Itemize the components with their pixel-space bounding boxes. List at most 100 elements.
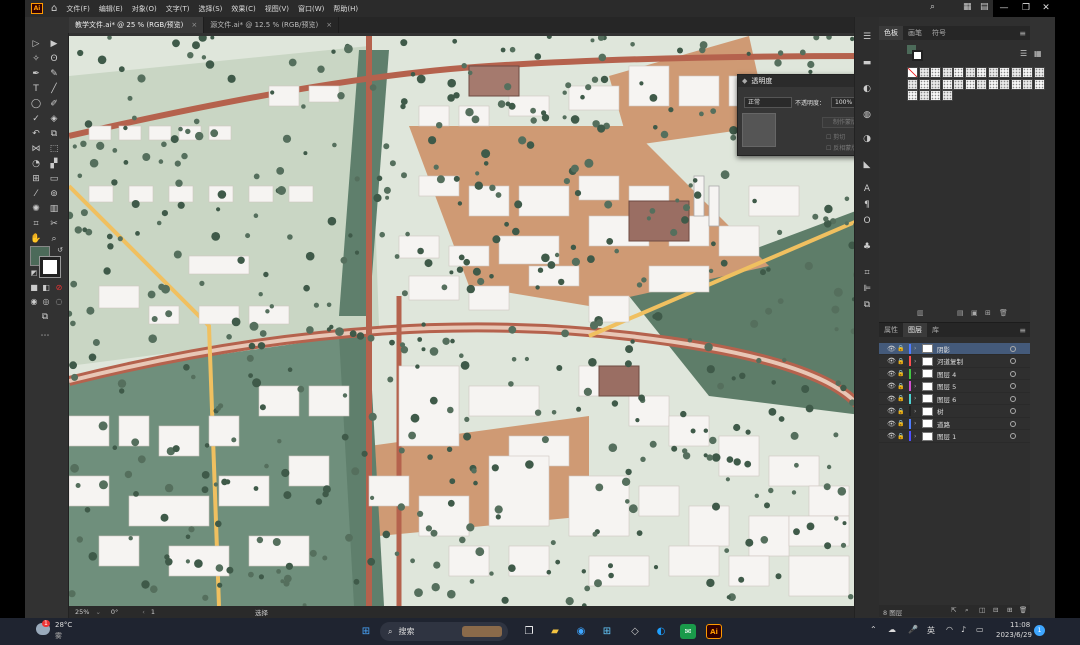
- home-icon[interactable]: ⌂: [51, 3, 57, 14]
- pen-tool-icon[interactable]: ✒: [29, 68, 43, 80]
- weather-temp[interactable]: 28°C: [55, 621, 72, 629]
- appearance-icon[interactable]: ◐: [860, 83, 874, 95]
- menu-window[interactable]: 窗口(W): [298, 4, 324, 14]
- gradient-mode-icon[interactable]: ◧: [39, 282, 53, 294]
- stroke-swatch[interactable]: [912, 50, 923, 61]
- tab-source-file[interactable]: 源文件.ai* @ 12.5 % (RGB/预览) ×: [204, 17, 340, 33]
- expand-arrow-icon[interactable]: ›: [914, 408, 922, 415]
- taskbar-search[interactable]: ⌕ 搜索: [380, 622, 508, 641]
- swatch[interactable]: [907, 90, 918, 101]
- lock-icon[interactable]: 🔒: [897, 345, 906, 352]
- opentype-icon[interactable]: O: [860, 215, 874, 227]
- expand-arrow-icon[interactable]: ›: [914, 395, 922, 402]
- layer-row[interactable]: 👁 🔒 › 阴影: [879, 343, 1030, 355]
- swatch[interactable]: [1022, 78, 1033, 90]
- notification-badge[interactable]: 1: [1034, 625, 1045, 636]
- character-icon[interactable]: A: [860, 183, 874, 195]
- swatch-options-icon[interactable]: ▤: [957, 309, 964, 317]
- width-tool-icon[interactable]: ⋈: [29, 143, 43, 155]
- line-tool-icon[interactable]: ╱: [47, 83, 61, 95]
- browser-icon[interactable]: ◐: [653, 624, 669, 639]
- lock-icon[interactable]: 🔒: [897, 433, 906, 440]
- lock-icon[interactable]: 🔒: [897, 395, 906, 402]
- target-circle-icon[interactable]: [1010, 420, 1016, 427]
- swatch[interactable]: [953, 78, 964, 90]
- type-tool-icon[interactable]: T: [29, 83, 43, 95]
- clock-date[interactable]: 2023/6/29: [996, 631, 1032, 639]
- tab-swatches[interactable]: 色板: [879, 26, 903, 40]
- layer-row[interactable]: 👁 🔒 › 图层 5: [879, 381, 1030, 393]
- lock-icon[interactable]: 🔒: [897, 408, 906, 415]
- artboard-number[interactable]: 1: [151, 608, 155, 616]
- expand-arrow-icon[interactable]: ›: [914, 358, 922, 365]
- clock-time[interactable]: 11:08: [1010, 621, 1030, 629]
- stroke-color-swatch[interactable]: [39, 256, 61, 278]
- swatch[interactable]: [987, 67, 999, 78]
- pathfinder-icon[interactable]: ⧉: [860, 299, 874, 311]
- panel-menu-icon[interactable]: ≡: [1019, 326, 1026, 335]
- screen-mode-icon[interactable]: ⧉: [38, 311, 52, 323]
- default-colors-icon[interactable]: ◩: [27, 267, 41, 279]
- layer-row[interactable]: 👁 🔒 › 图层 6: [879, 393, 1030, 405]
- swatch[interactable]: [907, 78, 918, 90]
- wifi-icon[interactable]: ◠: [946, 625, 953, 634]
- tab-brushes[interactable]: 画笔: [903, 26, 927, 40]
- new-swatch-icon[interactable]: ⊞: [985, 309, 991, 317]
- menu-type[interactable]: 文字(T): [166, 4, 190, 14]
- blend-mode-select[interactable]: 正常: [744, 97, 792, 108]
- target-circle-icon[interactable]: [1010, 395, 1016, 402]
- menu-view[interactable]: 视图(V): [265, 4, 289, 14]
- lock-icon[interactable]: 🔒: [897, 420, 906, 427]
- expand-arrow-icon[interactable]: ›: [914, 345, 922, 352]
- target-circle-icon[interactable]: [1010, 433, 1016, 439]
- artboard-tool-icon[interactable]: ⌗: [29, 218, 43, 230]
- gradient-icon[interactable]: ◍: [860, 109, 874, 121]
- visibility-eye-icon[interactable]: 👁: [887, 420, 897, 428]
- transparency-icon[interactable]: ◑: [860, 133, 874, 145]
- visibility-eye-icon[interactable]: 👁: [887, 345, 897, 353]
- delete-layer-icon[interactable]: 🗑: [1019, 606, 1027, 614]
- swatch[interactable]: [1033, 78, 1045, 90]
- symbol-sprayer-tool-icon[interactable]: ✺: [29, 203, 43, 215]
- mesh-tool-icon[interactable]: ⊞: [29, 173, 43, 185]
- export-icon[interactable]: ⇱: [951, 606, 956, 614]
- hand-tool-icon[interactable]: ✋: [29, 233, 43, 245]
- properties-icon[interactable]: ☰: [860, 31, 874, 43]
- layer-row[interactable]: 👁 🔒 › 道路: [879, 418, 1030, 430]
- swatch[interactable]: [941, 90, 953, 101]
- new-layer-icon[interactable]: ⊞: [1007, 606, 1012, 614]
- panel-menu-icon[interactable]: ≡: [1019, 29, 1026, 38]
- new-group-icon[interactable]: ▣: [971, 309, 978, 317]
- blend-tool-icon[interactable]: ⊚: [47, 188, 61, 200]
- chevron-down-icon[interactable]: ⌄: [95, 608, 100, 616]
- swap-colors-icon[interactable]: ↺: [53, 244, 67, 256]
- tab-properties[interactable]: 属性: [879, 323, 903, 337]
- more-tools-icon[interactable]: ⋯: [38, 330, 52, 342]
- swatch[interactable]: [1033, 67, 1045, 78]
- align-icon[interactable]: ⊫: [860, 283, 874, 295]
- invert-mask-checkbox[interactable]: ☐ 反相蒙版: [826, 143, 857, 152]
- maximize-button[interactable]: ❐: [1015, 0, 1037, 17]
- file-explorer-icon[interactable]: ▰: [547, 624, 563, 639]
- shaper-tool-icon[interactable]: ✓: [29, 113, 43, 125]
- eraser-tool-icon[interactable]: ◈: [47, 113, 61, 125]
- task-view-icon[interactable]: ❐: [521, 624, 537, 639]
- visibility-eye-icon[interactable]: 👁: [887, 382, 897, 390]
- new-sublayer-icon[interactable]: ⊟: [993, 606, 998, 614]
- swatch[interactable]: [918, 67, 930, 78]
- rotate-tool-icon[interactable]: ↶: [29, 128, 43, 140]
- illustrator-taskbar-icon[interactable]: Ai: [706, 624, 722, 639]
- perspective-grid-tool-icon[interactable]: ▞: [47, 158, 61, 170]
- lock-icon[interactable]: 🔒: [897, 383, 906, 390]
- start-icon[interactable]: ⊞: [358, 624, 374, 639]
- clipping-mask-icon[interactable]: ◫: [979, 606, 985, 614]
- lasso-tool-icon[interactable]: ʘ: [47, 53, 61, 65]
- zoom-level[interactable]: 25%: [75, 608, 89, 616]
- grid-view-icon[interactable]: ▦: [1034, 49, 1042, 58]
- battery-icon[interactable]: ▭: [976, 625, 984, 634]
- magic-wand-tool-icon[interactable]: ✧: [29, 53, 43, 65]
- menu-help[interactable]: 帮助(H): [333, 4, 358, 14]
- swatch[interactable]: [1022, 67, 1033, 78]
- list-view-icon[interactable]: ☰: [1020, 49, 1027, 58]
- swatch-library-icon[interactable]: ▥: [917, 309, 924, 317]
